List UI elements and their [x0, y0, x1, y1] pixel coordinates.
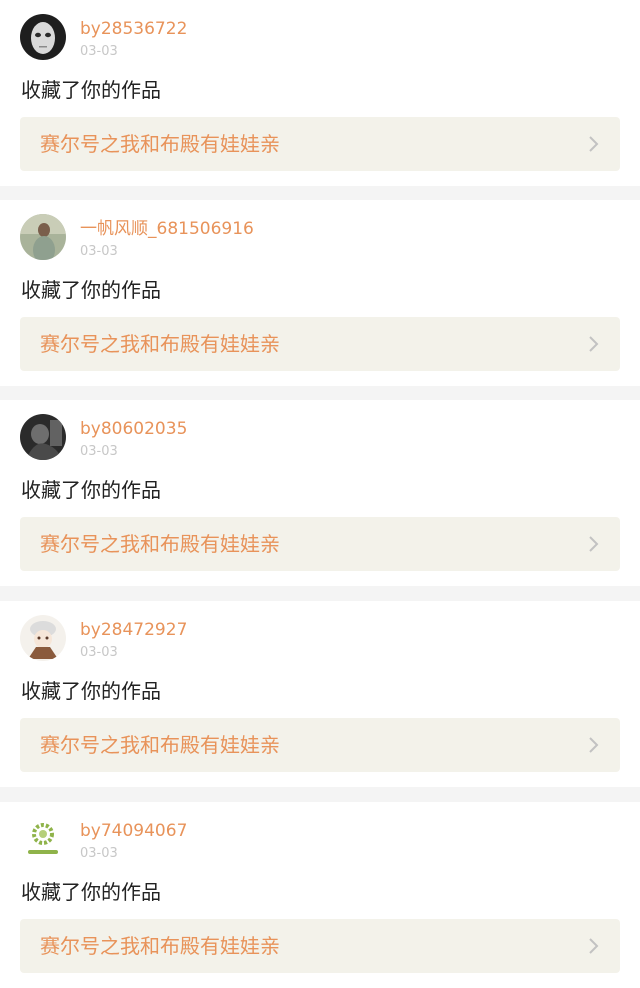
username[interactable]: by80602035 — [80, 418, 187, 440]
username[interactable]: by74094067 — [80, 820, 187, 842]
work-title: 赛尔号之我和布殿有娃娃亲 — [40, 934, 280, 958]
timestamp: 03-03 — [80, 645, 118, 660]
action-text: 收藏了你的作品 — [21, 679, 161, 703]
notification-card: 一帆风顺_681506916 03-03 收藏了你的作品 赛尔号之我和布殿有娃娃… — [0, 200, 640, 386]
chevron-right-icon — [588, 937, 600, 955]
username[interactable]: by28472927 — [80, 619, 187, 641]
timestamp: 03-03 — [80, 244, 118, 259]
green-sun-logo-avatar-icon[interactable] — [20, 816, 66, 862]
work-title: 赛尔号之我和布殿有娃娃亲 — [40, 132, 280, 156]
work-link[interactable]: 赛尔号之我和布殿有娃娃亲 — [20, 718, 620, 772]
action-text: 收藏了你的作品 — [21, 880, 161, 904]
notification-card: by28472927 03-03 收藏了你的作品 赛尔号之我和布殿有娃娃亲 — [0, 601, 640, 787]
username[interactable]: 一帆风顺_681506916 — [80, 218, 254, 240]
notification-card: by80602035 03-03 收藏了你的作品 赛尔号之我和布殿有娃娃亲 — [0, 400, 640, 586]
chevron-right-icon — [588, 736, 600, 754]
timestamp: 03-03 — [80, 846, 118, 861]
chevron-right-icon — [588, 335, 600, 353]
girl-photo-avatar-icon[interactable] — [20, 214, 66, 260]
action-text: 收藏了你的作品 — [21, 478, 161, 502]
dark-portrait-avatar-icon[interactable] — [20, 414, 66, 460]
chevron-right-icon — [588, 135, 600, 153]
notification-card: by28536722 03-03 收藏了你的作品 赛尔号之我和布殿有娃娃亲 — [0, 0, 640, 186]
notification-card: by74094067 03-03 收藏了你的作品 赛尔号之我和布殿有娃娃亲 — [0, 802, 640, 988]
username[interactable]: by28536722 — [80, 18, 187, 40]
work-title: 赛尔号之我和布殿有娃娃亲 — [40, 332, 280, 356]
action-text: 收藏了你的作品 — [21, 78, 161, 102]
white-mask-avatar-icon[interactable] — [20, 14, 66, 60]
action-text: 收藏了你的作品 — [21, 278, 161, 302]
work-title: 赛尔号之我和布殿有娃娃亲 — [40, 532, 280, 556]
anime-character-avatar-icon[interactable] — [20, 615, 66, 661]
work-link[interactable]: 赛尔号之我和布殿有娃娃亲 — [20, 317, 620, 371]
chevron-right-icon — [588, 535, 600, 553]
work-link[interactable]: 赛尔号之我和布殿有娃娃亲 — [20, 919, 620, 973]
timestamp: 03-03 — [80, 44, 118, 59]
work-link[interactable]: 赛尔号之我和布殿有娃娃亲 — [20, 517, 620, 571]
work-title: 赛尔号之我和布殿有娃娃亲 — [40, 733, 280, 757]
timestamp: 03-03 — [80, 444, 118, 459]
work-link[interactable]: 赛尔号之我和布殿有娃娃亲 — [20, 117, 620, 171]
